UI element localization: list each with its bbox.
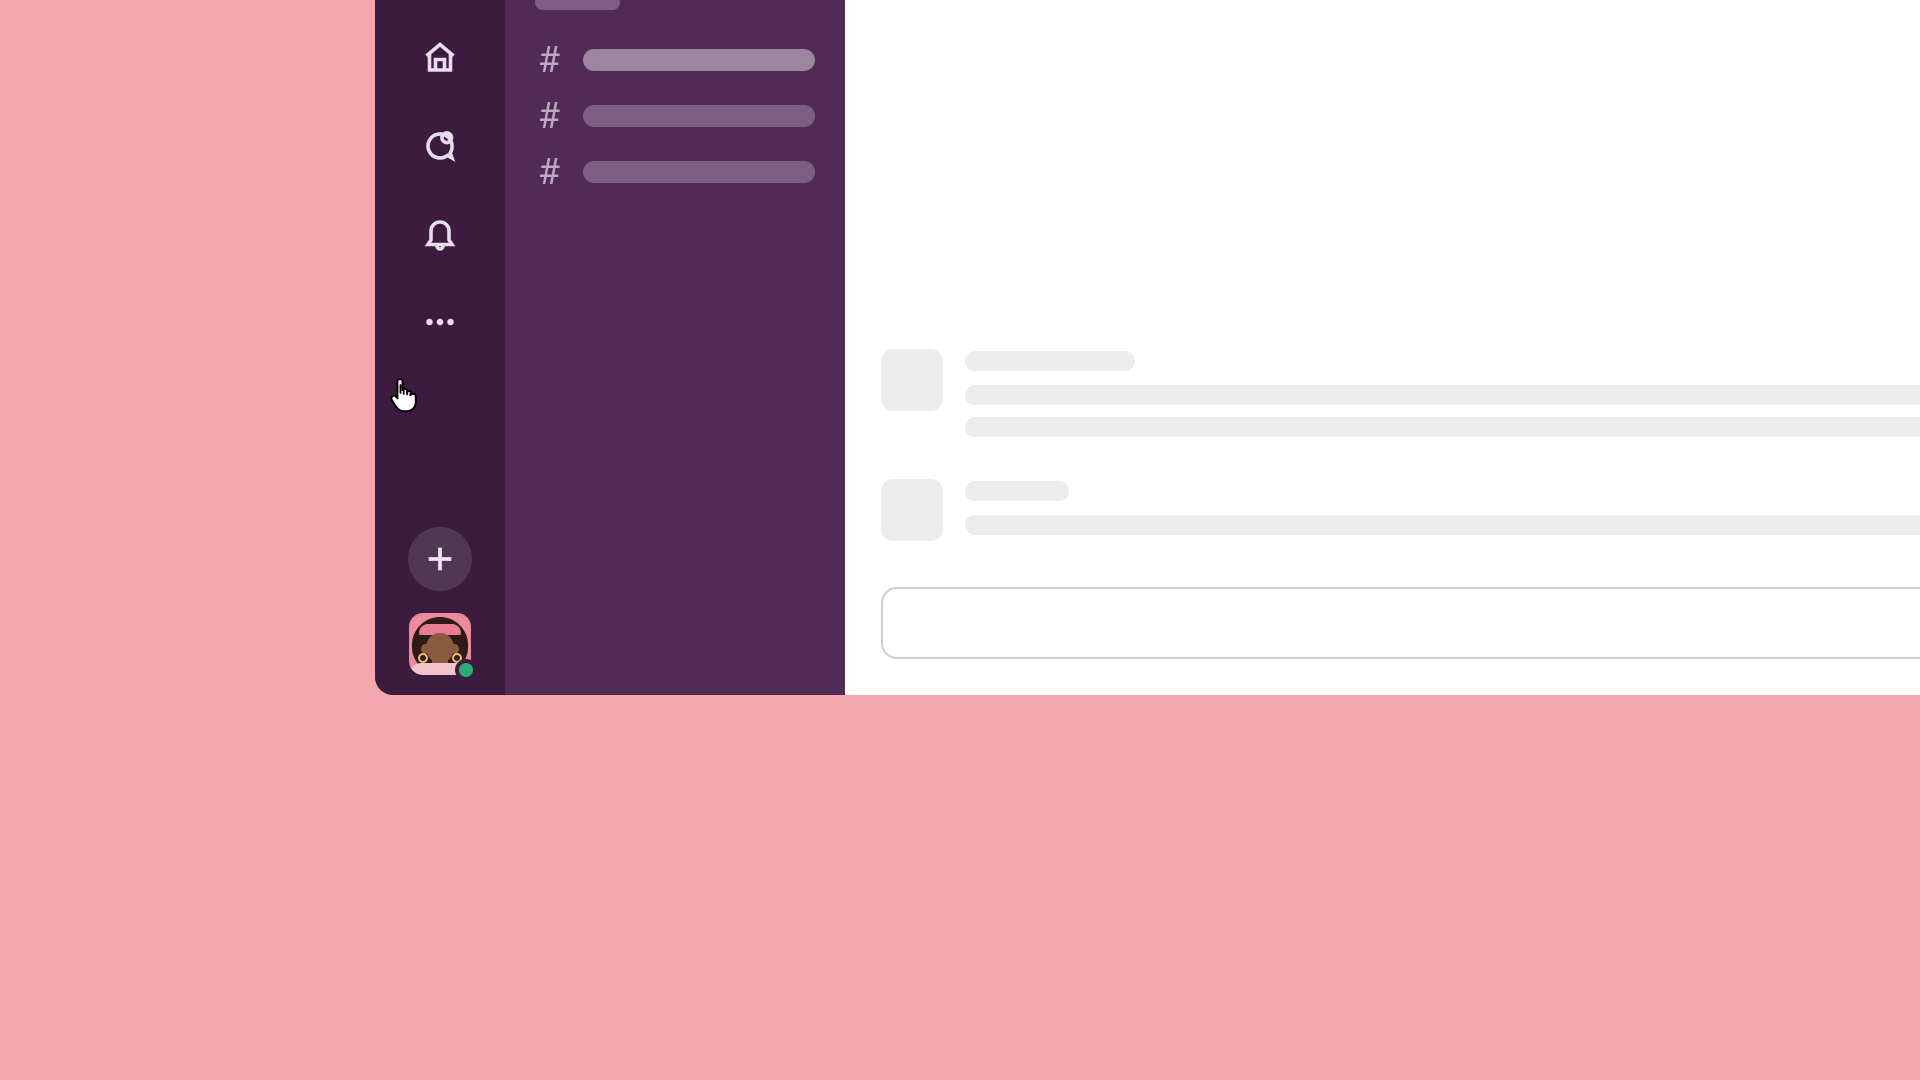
channel-item[interactable]: # <box>535 88 815 144</box>
user-menu[interactable] <box>409 613 471 675</box>
message-composer[interactable] <box>881 587 1920 659</box>
ellipsis-icon <box>422 304 458 340</box>
compose-button[interactable] <box>408 527 472 591</box>
message-avatar[interactable] <box>881 479 943 541</box>
nav-rail <box>375 0 505 695</box>
app-window: # # # <box>375 0 1920 695</box>
rail-home[interactable] <box>408 26 472 90</box>
message-author <box>965 481 1069 501</box>
dms-icon <box>422 128 458 164</box>
rail-activity[interactable] <box>408 202 472 266</box>
message-avatar[interactable] <box>881 349 943 411</box>
rail-dms[interactable] <box>408 114 472 178</box>
hash-icon: # <box>535 42 563 78</box>
hash-icon: # <box>535 154 563 190</box>
message-list <box>845 0 1920 587</box>
main-content <box>845 0 1920 695</box>
channel-item[interactable]: # <box>535 32 815 88</box>
plus-icon <box>423 542 457 576</box>
home-icon <box>422 40 458 76</box>
hash-icon: # <box>535 98 563 134</box>
message-body <box>965 349 1920 449</box>
channel-name <box>583 161 815 183</box>
rail-more[interactable] <box>408 290 472 354</box>
sidebar-section-label <box>535 0 620 10</box>
presence-indicator <box>455 659 477 681</box>
message-author <box>965 351 1135 371</box>
bell-icon <box>422 216 458 252</box>
channel-name <box>583 49 815 71</box>
message <box>881 349 1920 449</box>
channel-sidebar: # # # <box>505 0 845 695</box>
channel-item[interactable]: # <box>535 144 815 200</box>
message-text-line <box>965 515 1920 535</box>
channel-name <box>583 105 815 127</box>
composer-area <box>845 587 1920 695</box>
message-text-line <box>965 417 1920 437</box>
message <box>881 479 1920 547</box>
message-text-line <box>965 385 1920 405</box>
message-body <box>965 479 1920 547</box>
sidebar-section-channels[interactable] <box>535 0 815 10</box>
rail-bottom <box>375 527 505 675</box>
